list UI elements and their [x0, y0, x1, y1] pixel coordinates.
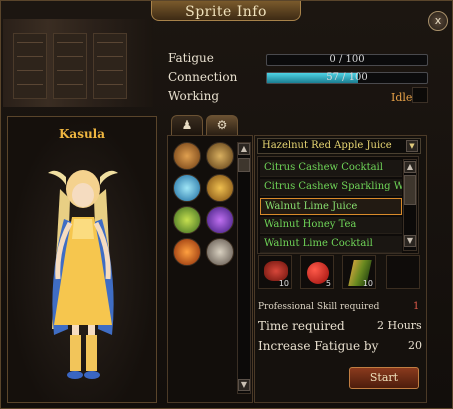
ingredient-count: 5	[325, 279, 331, 288]
tab-skills[interactable]: ⚙	[206, 115, 238, 135]
sprite-portrait-panel: Kasula	[7, 116, 157, 403]
ingredient-count: 10	[278, 279, 289, 288]
skill-scroll-down-button[interactable]: ▼	[238, 379, 250, 391]
fatigue-increase-label: Increase Fatigue by	[258, 339, 379, 353]
cabinet-right	[93, 33, 127, 99]
skill-required-value: 1	[413, 301, 420, 312]
green-herb-icon[interactable]	[173, 206, 201, 234]
recipe-list-item[interactable]: Walnut Honey Tea	[260, 217, 402, 234]
chevron-up-icon: ▲	[406, 162, 414, 171]
stew-icon[interactable]	[206, 142, 234, 170]
red-meat-icon	[264, 261, 288, 281]
dropdown-arrow-icon[interactable]: ▼	[406, 140, 418, 152]
sprite-info-window: Sprite Info x Fatigue 0 / 100 Connection…	[0, 0, 453, 409]
recipe-scroll-up-button[interactable]: ▲	[404, 161, 416, 173]
working-status: Idle	[391, 91, 413, 104]
skill-list-scrollbar[interactable]	[237, 142, 251, 394]
ingredient-slot[interactable]: 10	[258, 255, 292, 289]
recipe-list: Citrus Cashew Cocktail Citrus Cashew Spa…	[257, 156, 419, 254]
title-bar: Sprite Info	[151, 1, 301, 21]
close-icon: x	[434, 14, 442, 27]
cooking-pot-icon[interactable]	[173, 142, 201, 170]
skill-scroll-thumb[interactable]	[238, 158, 250, 172]
window-title: Sprite Info	[185, 4, 267, 20]
start-button[interactable]: Start	[349, 367, 419, 389]
chevron-down-icon: ▼	[240, 380, 248, 389]
time-required-value: 2 Hours	[377, 319, 422, 332]
blue-gem-icon[interactable]	[173, 174, 201, 202]
golden-charm-icon[interactable]	[206, 174, 234, 202]
claw-icon[interactable]	[206, 238, 234, 266]
skill-scroll-up-button[interactable]: ▲	[238, 143, 250, 155]
recipe-dropdown[interactable]: Hazelnut Red Apple Juice ▼	[257, 138, 421, 154]
working-label: Working	[168, 89, 219, 103]
connection-label: Connection	[168, 70, 238, 84]
fatigue-label: Fatigue	[168, 51, 214, 65]
fatigue-increase-value: 20	[408, 339, 422, 352]
recipe-scroll-thumb[interactable]	[404, 175, 416, 205]
connection-bar: 57 / 100	[266, 72, 428, 84]
cabinet-middle	[53, 33, 87, 99]
fire-orb-icon[interactable]	[173, 238, 201, 266]
recipe-list-item[interactable]: Walnut Lime Cocktail	[260, 236, 402, 253]
time-required-label: Time required	[258, 319, 345, 333]
chevron-down-icon: ▼	[406, 236, 414, 245]
close-button[interactable]: x	[428, 11, 448, 31]
skill-required-label: Professional Skill required	[258, 302, 380, 312]
person-icon: ♟	[181, 118, 193, 132]
recipe-list-item[interactable]: Citrus Cashew Cocktail	[260, 160, 402, 177]
working-slot	[412, 87, 428, 103]
cabinet-left	[13, 33, 47, 99]
tab-character[interactable]: ♟	[171, 115, 203, 135]
recipe-scroll-down-button[interactable]: ▼	[404, 235, 416, 247]
ingredient-slot[interactable]: 5	[300, 255, 334, 289]
gear-clock-icon: ⚙	[216, 118, 228, 132]
purple-orb-icon[interactable]	[206, 206, 234, 234]
fatigue-value: 0 / 100	[329, 54, 365, 65]
ingredient-count: 10	[362, 279, 373, 288]
chevron-up-icon: ▲	[240, 144, 248, 153]
connection-value: 57 / 100	[326, 72, 368, 83]
recipe-list-item[interactable]: Citrus Cashew Sparkling W	[260, 179, 402, 196]
recipe-list-item-selected[interactable]: Walnut Lime Juice	[260, 198, 402, 215]
ingredient-slot[interactable]: 10	[342, 255, 376, 289]
fatigue-bar: 0 / 100	[266, 54, 428, 66]
sprite-character-figure	[48, 170, 118, 379]
ingredient-slot-empty[interactable]	[386, 255, 420, 289]
room-shelf-decoration	[3, 19, 153, 107]
recipe-dropdown-value: Hazelnut Red Apple Juice	[262, 140, 392, 151]
